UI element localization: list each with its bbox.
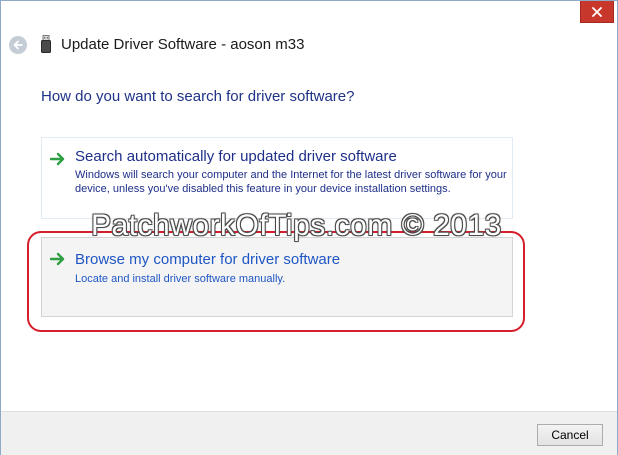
title-bar: Update Driver Software - aoson m33 — [1, 23, 617, 63]
highlight-annotation — [27, 231, 525, 332]
watermark: PatchworkOfTips.com © 2013 — [91, 209, 502, 242]
option-description: Windows will search your computer and th… — [75, 169, 507, 195]
dialog-footer: Cancel — [1, 411, 617, 455]
back-button[interactable] — [9, 36, 27, 54]
usb-device-icon — [41, 35, 51, 53]
close-icon — [592, 6, 602, 17]
option-title: Search automatically for updated driver … — [75, 148, 397, 165]
page-heading: How do you want to search for driver sof… — [41, 88, 355, 105]
back-arrow-icon — [13, 40, 23, 50]
window-title: Update Driver Software - aoson m33 — [61, 36, 305, 53]
search-automatically-option[interactable]: Search automatically for updated driver … — [41, 137, 513, 219]
cancel-button[interactable]: Cancel — [537, 424, 603, 446]
green-arrow-icon — [50, 152, 65, 166]
close-button[interactable] — [580, 1, 614, 23]
dialog-window: Update Driver Software - aoson m33 How d… — [0, 0, 618, 455]
